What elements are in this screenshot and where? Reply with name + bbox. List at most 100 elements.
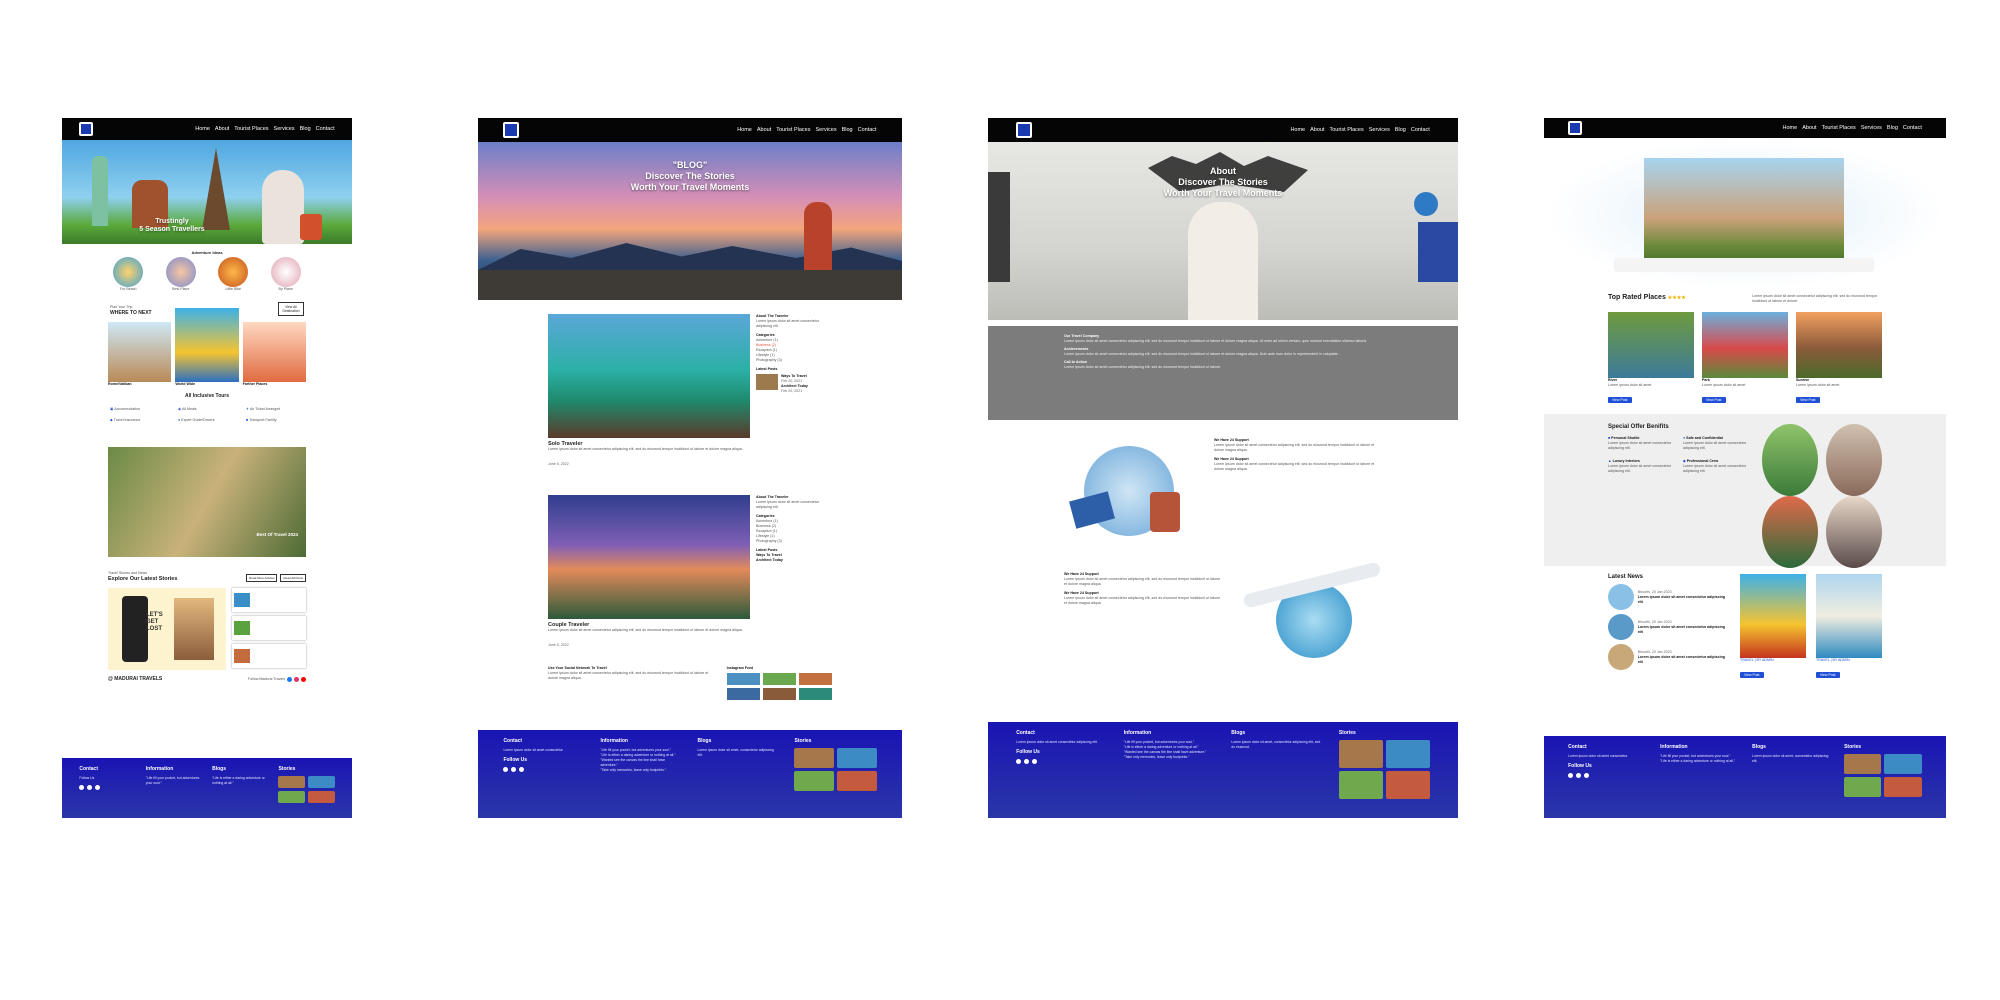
navbar: Home About Tourist Places Services Blog …	[62, 118, 352, 140]
traveler-shape	[804, 202, 832, 272]
top-rated-header: Top Rated Places ★★★★ Lorem ipsum dolor …	[1608, 294, 1878, 303]
facebook-icon[interactable]	[87, 785, 93, 790]
news-header: Travel Stories and News Explore Our Late…	[62, 557, 352, 582]
news-item[interactable]	[232, 616, 306, 640]
logo[interactable]	[503, 122, 520, 138]
news-card[interactable]: TRAVEL | BY ADMIN View Post	[1816, 574, 1882, 681]
instagram-icon[interactable]	[294, 676, 299, 682]
news-row: LET'S GET LOST	[62, 582, 352, 670]
instagram-icon[interactable]	[503, 767, 509, 772]
nav-blog[interactable]: Blog	[300, 126, 311, 132]
read-articles-button[interactable]: Read More Articles	[246, 574, 278, 582]
nav-home[interactable]: Home	[195, 126, 210, 132]
navbar: Home About Tourist Places Services Blog …	[988, 118, 1458, 142]
hero-banner	[1544, 138, 1946, 290]
bed-icon: ▣	[110, 407, 114, 411]
page-tourist-places: Home About Tourist Places Services Blog …	[1544, 118, 1946, 818]
view-post-button[interactable]: View Post	[1740, 672, 1764, 678]
mountains-shape	[478, 243, 902, 270]
nav-about[interactable]: About	[215, 126, 229, 132]
twitter-icon[interactable]	[95, 785, 101, 790]
video-banner[interactable]: Best Of Travel 2024	[108, 447, 306, 557]
feature-item: ▣ Accommodation	[110, 407, 140, 411]
adventure-list: For Beach Best Place Little Bike By Plan…	[62, 255, 352, 292]
footer: Contact Follow Us Information "Life fill y…	[62, 758, 352, 818]
destination-card[interactable]: Farther Places	[242, 322, 306, 387]
instagram-icon[interactable]	[79, 785, 85, 790]
twitter-icon[interactable]	[1584, 773, 1590, 778]
guide-icon: ●	[178, 418, 181, 422]
facebook-icon[interactable]	[1576, 773, 1582, 778]
poster-text: LET'S GET LOST	[146, 612, 163, 632]
place-card[interactable]: River Lorem ipsum dolor sit amet View Post	[1608, 312, 1694, 406]
adventure-item[interactable]: For Beach	[113, 257, 144, 292]
footer: Contact Lorem ipsum dolor sit amet consec…	[478, 730, 902, 818]
logo[interactable]	[79, 122, 94, 136]
view-post-button[interactable]: View Post	[1796, 397, 1820, 403]
news-item[interactable]: Bhoothi, 20 Jan 2023 Lorem ipsum dolor si…	[1608, 644, 1730, 670]
poster-image	[174, 598, 214, 660]
woman-shape	[1188, 202, 1258, 320]
statue-of-liberty-shape	[92, 156, 108, 226]
destination-card[interactable]: Rome/Vatikan	[108, 322, 172, 387]
news-section: Latest News Bhoothi, 20 Jan 2023 Lorem ip…	[1544, 566, 1946, 681]
shield-icon: ◆	[110, 418, 113, 422]
nav-contact[interactable]: Contact	[316, 126, 335, 132]
poster-card[interactable]: LET'S GET LOST	[108, 588, 227, 670]
twitter-icon[interactable]	[1032, 759, 1038, 764]
destination-card[interactable]: World Wide	[175, 308, 239, 387]
view-post-button[interactable]: View Post	[1816, 672, 1840, 678]
logo[interactable]	[1568, 121, 1583, 135]
support-row-2: We Have 24 Support Lorem ipsum dolor sit…	[988, 548, 1458, 664]
post-image[interactable]	[548, 495, 750, 619]
adventure-item[interactable]: Best Place	[165, 257, 196, 292]
logo[interactable]	[1016, 122, 1033, 138]
sidebar: About The Traveler Lorem ipsum dolor sit…	[756, 495, 819, 562]
place-card[interactable]: Sunrise Lorem ipsum dolor sit amet View Po…	[1796, 312, 1882, 406]
hero-title: "BLOG" Discover The Stories Worth Your T…	[630, 160, 750, 192]
news-card[interactable]: TRAVEL | BY ADMIN View Post	[1740, 574, 1806, 681]
view-post-button[interactable]: View Post	[1702, 397, 1726, 403]
news-item[interactable]	[232, 588, 306, 612]
youtube-icon[interactable]	[301, 676, 306, 682]
facebook-icon[interactable]	[287, 676, 292, 682]
destinations-row: Rome/Vatikan World Wide Farther Places	[62, 308, 352, 387]
blog-post: Couple Traveler Lorem ipsum dolor sit am…	[478, 467, 902, 648]
nav-links: Home About Tourist Places Services Blog …	[1290, 127, 1430, 133]
instagram-grid	[726, 673, 832, 700]
view-destinations-button[interactable]: View All Destination	[278, 302, 304, 316]
facebook-icon[interactable]	[511, 767, 517, 772]
twitter-icon[interactable]	[519, 767, 525, 772]
adventure-item[interactable]: Little Bike	[218, 257, 249, 292]
plane-icon: ✈	[246, 407, 250, 411]
post-image[interactable]	[548, 314, 750, 438]
read-posts-button[interactable]: Read All Posts	[280, 574, 306, 582]
news-item[interactable]: Bhoothi, 20 Jan 2023 Lorem ipsum dolor si…	[1608, 614, 1730, 640]
news-title: Latest News	[1608, 574, 1644, 580]
place-card[interactable]: Park Lorem ipsum dolor sit amet View Post	[1702, 312, 1788, 406]
lock-icon: ●	[1683, 436, 1686, 440]
offer-title: Special Offer Benifits	[1608, 424, 1669, 430]
navbar: Home About Tourist Places Services Blog …	[478, 118, 902, 142]
nav-services[interactable]: Services	[274, 126, 295, 132]
hero-banner: "BLOG" Discover The Stories Worth Your T…	[478, 142, 902, 300]
view-post-button[interactable]: View Post	[1608, 397, 1632, 403]
footer: Contact Lorem ipsum dolor sit amet consec…	[988, 722, 1458, 818]
instagram-icon[interactable]	[1568, 773, 1574, 778]
plane-globe-illustration	[1242, 561, 1382, 664]
navbar: Home About Tourist Places Services Blog …	[1544, 118, 1946, 138]
features-grid: ▣ Accommodation ◉ All Meals ✈ Air Ticket…	[62, 399, 352, 423]
hero-banner: Trustingly 5 Season Travellers	[62, 140, 352, 244]
news-item[interactable]	[232, 644, 306, 668]
nav-places[interactable]: Tourist Places	[234, 126, 268, 132]
facebook-icon[interactable]	[1024, 759, 1030, 764]
news-item[interactable]: Bhoothi, 20 Jan 2023 Lorem ipsum dolor si…	[1608, 584, 1730, 610]
hero-title: Trustingly 5 Season Travellers	[139, 218, 205, 233]
adventure-item[interactable]: By Plane	[270, 257, 301, 292]
page-about: Home About Tourist Places Services Blog …	[988, 118, 1458, 818]
brand-name: @ MADURAI TRAVELS	[108, 676, 163, 682]
sidebar: About The Traveler Lorem ipsum dolor sit…	[756, 314, 832, 467]
instagram-icon[interactable]	[1016, 759, 1022, 764]
category-link[interactable]: Photography (3)	[756, 358, 832, 363]
footer: Contact Lorem ipsum dolor sit amet consec…	[1544, 736, 1946, 818]
